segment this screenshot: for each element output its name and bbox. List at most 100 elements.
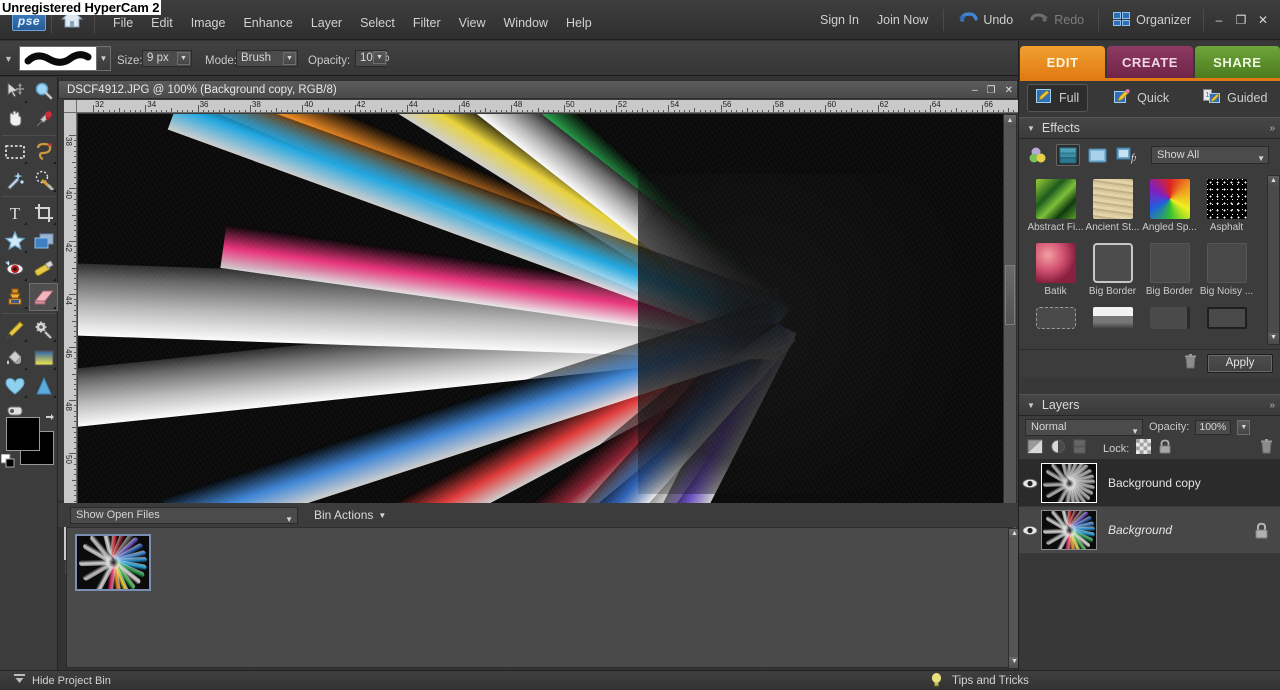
opacity-dropdown[interactable]: ▼ — [370, 50, 387, 67]
effect-item[interactable]: Big Border — [1141, 243, 1198, 297]
clone-stamp-tool[interactable] — [0, 283, 29, 311]
chevron-down-icon[interactable]: ▼ — [1257, 151, 1265, 167]
chevron-down-icon[interactable]: ▼ — [177, 52, 190, 65]
type-tool[interactable]: T — [0, 199, 29, 227]
effect-item[interactable] — [1198, 307, 1255, 332]
magic-wand-tool[interactable] — [0, 166, 29, 194]
effect-item[interactable]: Ancient St... — [1084, 179, 1141, 233]
layer-row-background[interactable]: Background — [1019, 507, 1280, 554]
options-expand-icon[interactable]: ▼ — [4, 54, 13, 64]
menu-edit[interactable]: Edit — [143, 14, 181, 32]
move-tool[interactable] — [0, 77, 29, 105]
paint-bucket-tool[interactable] — [0, 344, 29, 372]
vertical-ruler[interactable]: 38 40 42 44 46 48 50 — [64, 113, 77, 560]
blend-mode-select[interactable]: Normal ▼ — [1025, 418, 1143, 439]
layer-opacity-dropdown[interactable]: ▼ — [1237, 419, 1251, 435]
rectangular-marquee-tool[interactable] — [0, 138, 29, 166]
document-title-bar[interactable]: DSCF4912.JPG @ 100% (Background copy, RG… — [58, 80, 1018, 99]
minimize-button[interactable]: – — [1208, 10, 1230, 30]
lock-all-icon[interactable] — [1158, 439, 1172, 459]
effects-panel-header[interactable]: ▼ Effects » — [1019, 117, 1280, 139]
document-restore-button[interactable]: ❐ — [987, 85, 996, 96]
tab-guided[interactable]: 1 Guided — [1195, 85, 1275, 111]
effects-filter-select[interactable]: Show All ▼ — [1151, 146, 1269, 164]
chevron-down-icon[interactable]: ▼ — [283, 52, 296, 65]
zoom-tool[interactable] — [29, 77, 58, 105]
new-fill-layer-icon[interactable] — [1050, 439, 1066, 459]
effects-scrollbar[interactable]: ▲ ▼ — [1267, 175, 1280, 345]
mode-select[interactable]: Brush ▼ — [236, 50, 298, 67]
filters-icon[interactable] — [1027, 144, 1051, 166]
menu-image[interactable]: Image — [183, 14, 234, 32]
organizer-button[interactable]: Organizer — [1105, 8, 1199, 33]
panel-more-icon[interactable]: » — [1269, 123, 1274, 134]
eraser-tool[interactable] — [29, 283, 58, 311]
layer-visibility-toggle[interactable] — [1019, 525, 1041, 536]
effect-item[interactable] — [1027, 307, 1084, 332]
smart-brush-tool[interactable] — [29, 316, 58, 344]
swap-colors-icon[interactable] — [44, 411, 56, 429]
gradient-tool[interactable] — [29, 344, 58, 372]
menu-file[interactable]: File — [105, 14, 141, 32]
document-minimize-button[interactable]: – — [972, 85, 978, 96]
layer-styles-icon[interactable] — [1056, 144, 1080, 166]
cookie-cutter-tool[interactable] — [0, 227, 29, 255]
chevron-down-icon[interactable]: ▼ — [1131, 424, 1139, 439]
scroll-up-icon[interactable]: ▲ — [1004, 115, 1016, 127]
layer-group-icon[interactable] — [1073, 439, 1086, 459]
join-now-button[interactable]: Join Now — [868, 10, 937, 30]
scroll-thumb[interactable] — [1005, 265, 1015, 325]
bin-actions-menu[interactable]: Bin Actions ▼ — [314, 508, 386, 522]
horizontal-ruler[interactable]: 32343638404244464850525456586062646668 — [77, 100, 1018, 113]
image-canvas[interactable] — [78, 114, 1003, 559]
brush-tool[interactable] — [0, 316, 29, 344]
bin-filter-select[interactable]: Show Open Files ▼ — [70, 506, 298, 527]
new-adjustment-layer-icon[interactable] — [1027, 439, 1043, 459]
lasso-tool[interactable] — [29, 138, 58, 166]
apply-button[interactable]: Apply — [1207, 354, 1273, 373]
layer-thumbnail[interactable] — [1041, 510, 1097, 550]
straighten-tool[interactable] — [29, 227, 58, 255]
canvas-vertical-scrollbar[interactable]: ▲ ▼ — [1003, 114, 1017, 544]
chevron-down-icon[interactable]: ▼ — [1027, 124, 1035, 133]
close-button[interactable]: ✕ — [1252, 10, 1274, 30]
lock-transparency-icon[interactable] — [1136, 438, 1152, 459]
tab-create[interactable]: CREATE — [1107, 46, 1193, 79]
eyedropper-tool[interactable] — [29, 105, 58, 133]
crop-tool[interactable] — [29, 199, 58, 227]
effect-item[interactable] — [1141, 307, 1198, 332]
layer-opacity-input[interactable]: 100% — [1195, 419, 1232, 435]
menu-layer[interactable]: Layer — [303, 14, 350, 32]
quick-selection-tool[interactable] — [29, 166, 58, 194]
default-colors-icon[interactable] — [0, 453, 15, 473]
tab-full[interactable]: Full — [1027, 84, 1089, 112]
scroll-up-icon[interactable]: ▲ — [1268, 176, 1279, 187]
foreground-color-swatch[interactable] — [6, 417, 40, 451]
tab-share[interactable]: SHARE — [1194, 46, 1280, 79]
blur-tool[interactable] — [29, 372, 58, 400]
effect-item[interactable]: Abstract Fi... — [1027, 179, 1084, 233]
layer-thumbnail[interactable] — [1041, 463, 1097, 503]
layer-name[interactable]: Background — [1108, 523, 1172, 537]
maximize-button[interactable]: ❐ — [1230, 10, 1252, 30]
undo-button[interactable]: Undo — [950, 8, 1021, 32]
photo-effects-icon[interactable] — [1085, 144, 1109, 166]
menu-select[interactable]: Select — [352, 14, 403, 32]
menu-window[interactable]: Window — [496, 14, 556, 32]
project-bin[interactable]: ▲ ▼ — [66, 527, 1021, 669]
menu-filter[interactable]: Filter — [405, 14, 449, 32]
layer-visibility-toggle[interactable] — [1019, 478, 1041, 489]
menu-view[interactable]: View — [451, 14, 494, 32]
size-input[interactable]: 9 px ▼ — [142, 50, 192, 67]
document-close-button[interactable]: ✕ — [1005, 85, 1013, 96]
tab-edit[interactable]: EDIT — [1020, 46, 1106, 79]
custom-shape-tool[interactable] — [0, 372, 29, 400]
scroll-down-icon[interactable]: ▼ — [1268, 333, 1279, 344]
hide-project-bin-button[interactable]: Hide Project Bin — [0, 674, 111, 687]
layer-row-background-copy[interactable]: Background copy — [1019, 460, 1280, 507]
effect-item[interactable] — [1084, 307, 1141, 332]
trash-icon[interactable] — [1184, 353, 1197, 374]
layer-name[interactable]: Background copy — [1108, 476, 1201, 490]
chevron-down-icon[interactable]: ▼ — [285, 512, 293, 527]
menu-enhance[interactable]: Enhance — [235, 14, 300, 32]
